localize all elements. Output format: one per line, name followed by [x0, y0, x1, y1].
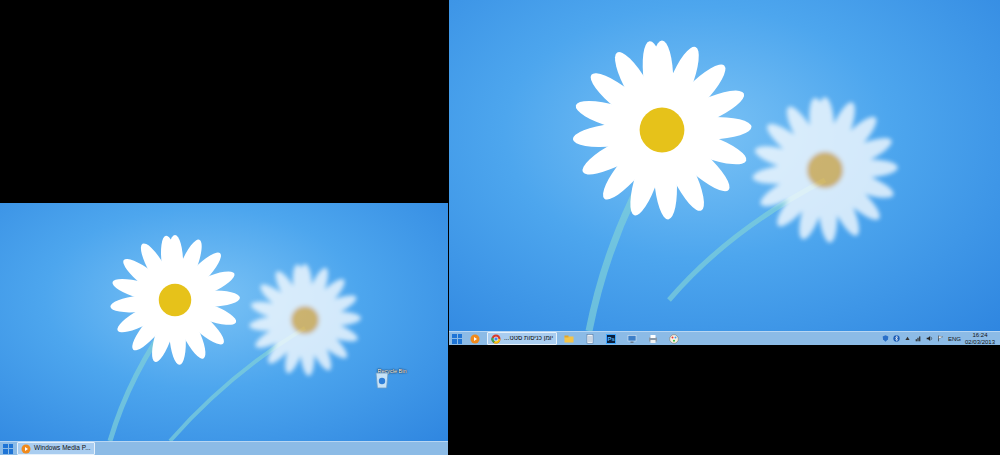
- taskbar: Windows Media P...: [0, 441, 448, 455]
- clock-time: 16:24: [972, 332, 987, 338]
- taskbar-button-label: יומן כניסות סטט...: [504, 335, 553, 342]
- printer-icon: [648, 334, 658, 344]
- taskbar-button[interactable]: Windows Media P...: [17, 442, 95, 455]
- shield-icon[interactable]: [882, 335, 889, 342]
- taskbar: יומן כניסות סטט... Ps ENG 16:2402/03/2013: [449, 331, 1000, 345]
- arrow-icon[interactable]: [904, 335, 911, 342]
- daisy-wallpaper-icon: [0, 203, 448, 441]
- taskbar-button[interactable]: [623, 332, 641, 345]
- language-indicator[interactable]: ENG: [948, 336, 961, 342]
- monitor-screen: יומן כניסות סטט... Ps ENG 16:2402/03/2013: [449, 0, 1000, 345]
- network-icon[interactable]: [915, 335, 922, 342]
- wallpaper: [449, 0, 1000, 331]
- bluetooth-icon[interactable]: [893, 335, 900, 342]
- folder-icon: [564, 334, 574, 344]
- monitor-icon: [627, 334, 637, 344]
- flag-icon[interactable]: [937, 335, 944, 342]
- notification-area: ENG 16:2402/03/2013: [882, 332, 998, 345]
- desktop: Recycle Bin Windows Media P... יומן כניסות…: [0, 0, 1000, 455]
- photoshop-icon: Ps: [606, 334, 616, 344]
- monitor-screen: Recycle Bin Windows Media P...: [0, 203, 448, 455]
- paint-icon: [669, 334, 679, 344]
- media-icon: [470, 334, 480, 344]
- daisy-wallpaper-icon: [449, 0, 1000, 331]
- start-button[interactable]: [2, 443, 14, 455]
- desktop-icon[interactable]: Recycle Bin: [372, 368, 412, 374]
- taskbar-button[interactable]: יומן כניסות סטט...: [487, 332, 557, 345]
- chrome-icon: [491, 334, 501, 344]
- wallpaper: Recycle Bin: [0, 203, 448, 441]
- clock-date: 02/03/2013: [965, 339, 995, 345]
- taskbar-button-label: Windows Media P...: [34, 445, 91, 452]
- clock[interactable]: 16:2402/03/2013: [965, 332, 995, 345]
- recycle-bin-icon: [372, 368, 392, 390]
- taskbar-button[interactable]: [581, 332, 599, 345]
- taskbar-button[interactable]: [644, 332, 662, 345]
- taskbar-button[interactable]: Ps: [602, 332, 620, 345]
- volume-icon[interactable]: [926, 335, 933, 342]
- media-icon: [21, 444, 31, 454]
- start-button[interactable]: [451, 333, 463, 345]
- taskbar-button[interactable]: [560, 332, 578, 345]
- taskbar-button[interactable]: [665, 332, 683, 345]
- taskbar-button[interactable]: [466, 332, 484, 345]
- notepad-icon: [585, 334, 595, 344]
